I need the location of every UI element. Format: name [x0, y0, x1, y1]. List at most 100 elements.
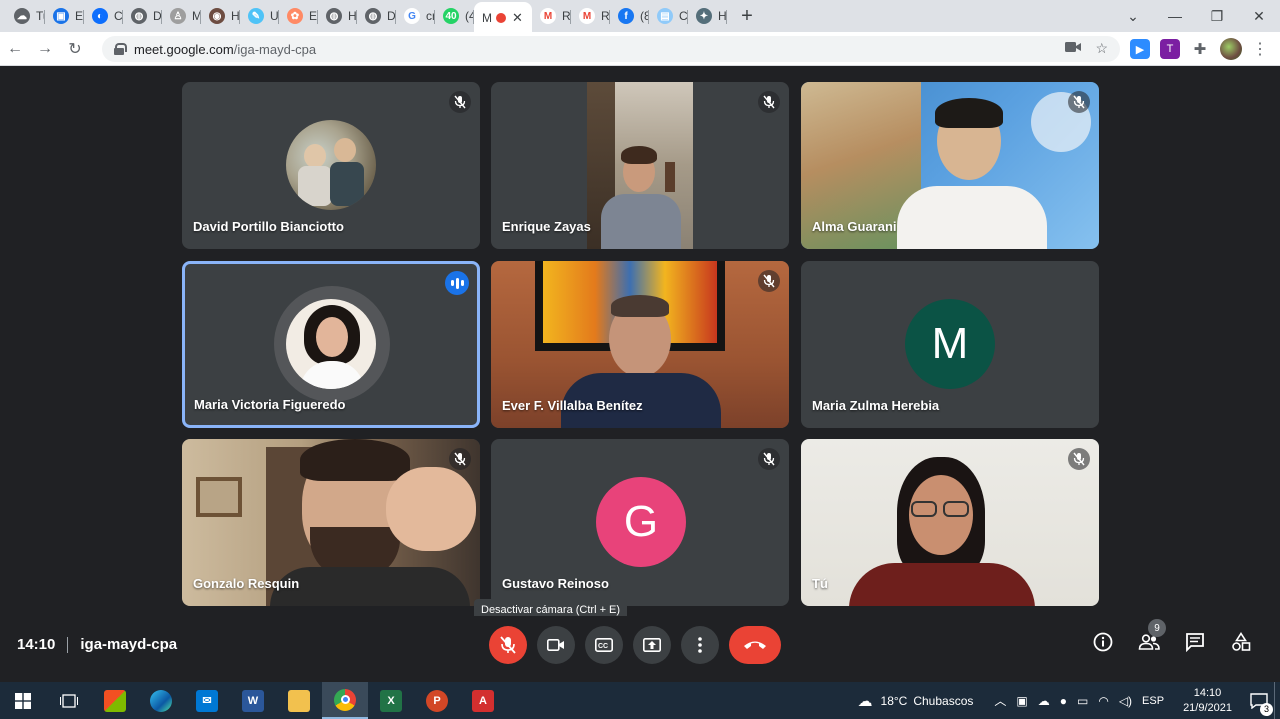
battery-icon[interactable]: ▭ — [1077, 694, 1088, 708]
participant-name: Gustavo Reinoso — [502, 576, 609, 591]
browser-tab[interactable]: ▣ Epis — [45, 2, 84, 30]
browser-tab[interactable]: f (8) F — [610, 2, 649, 30]
browser-tab[interactable]: ◍ HUI — [318, 2, 357, 30]
taskbar-explorer[interactable] — [276, 682, 322, 719]
extensions-area: ▶ T ✚ ⋮ — [1130, 38, 1268, 60]
participant-name: Maria Victoria Figueredo — [194, 397, 346, 412]
minimize-button[interactable]: — — [1154, 8, 1196, 24]
zoom-extension-icon[interactable]: ▶ — [1130, 39, 1150, 59]
notification-center-button[interactable]: 3 — [1244, 692, 1274, 716]
participant-tile[interactable]: Gonzalo Resquin — [182, 439, 480, 606]
leave-call-button[interactable] — [729, 626, 781, 664]
browser-tab[interactable]: ✎ Una — [240, 2, 279, 30]
browser-tab[interactable]: ☁ Turi — [6, 2, 45, 30]
participant-name: Gonzalo Resquin — [193, 576, 300, 591]
emblem-icon: ◉ — [209, 8, 225, 24]
browser-tab[interactable]: ✦ Hub — [688, 2, 727, 30]
document-icon: ▤ — [657, 8, 673, 24]
side-panel-controls: 9 — [1092, 619, 1252, 653]
participant-tile[interactable]: Ever F. Villalba Benítez — [491, 261, 789, 428]
browser-tab[interactable]: ✿ Enc — [279, 2, 318, 30]
tab-search-icon[interactable]: ⌄ — [1112, 8, 1154, 25]
tab-title: Dial — [387, 9, 396, 23]
taskbar-store[interactable] — [92, 682, 138, 719]
volume-icon[interactable]: ◁) — [1119, 694, 1132, 708]
activities-button[interactable] — [1230, 631, 1252, 653]
teams-extension-icon[interactable]: T — [1160, 39, 1180, 59]
participant-tile-self[interactable]: Tú — [801, 439, 1099, 606]
taskbar-acrobat[interactable]: A — [460, 682, 506, 719]
hang-up-icon — [744, 641, 766, 649]
onedrive-icon[interactable]: ☁ — [1038, 694, 1050, 708]
taskbar-word[interactable]: W — [230, 682, 276, 719]
tab-list: ☁Turi▣Epis◐Cisc◍DES♙Mec◉Hur✎Una✿Enc◍HUI◍… — [0, 0, 727, 34]
browser-tab[interactable]: 40 (40) — [435, 2, 474, 30]
browser-tab[interactable]: ♙ Mec — [162, 2, 201, 30]
microphone-toggle-button[interactable] — [489, 626, 527, 664]
chevron-up-icon[interactable]: ︿ — [994, 692, 1006, 709]
tab-title: Cor — [679, 9, 688, 23]
new-tab-button[interactable]: + — [733, 2, 761, 30]
participant-tile[interactable]: Alma Guarani — [801, 82, 1099, 249]
browser-tab[interactable]: M Rec — [571, 2, 610, 30]
participant-tile[interactable]: Enrique Zayas — [491, 82, 789, 249]
camera-toggle-button[interactable] — [537, 626, 575, 664]
reload-button[interactable]: ↻ — [60, 39, 90, 59]
clock[interactable]: 14:10 21/9/2021 — [1183, 686, 1232, 716]
more-options-button[interactable] — [681, 626, 719, 664]
participant-tile-speaking[interactable]: Maria Victoria Figueredo — [182, 261, 480, 428]
language-indicator[interactable]: ESP — [1142, 695, 1164, 707]
globe-icon: ◍ — [326, 8, 342, 24]
browser-tab[interactable]: ◉ Hur — [201, 2, 240, 30]
browser-tab[interactable]: ◍ Dial — [357, 2, 396, 30]
taskbar-powerpoint[interactable]: P — [414, 682, 460, 719]
browser-tab[interactable]: M ✕ — [474, 2, 532, 34]
participant-tile[interactable]: M Maria Zulma Herebia — [801, 261, 1099, 428]
weather-widget[interactable]: ☁ 18°C Chubascos — [858, 692, 974, 710]
wifi-icon[interactable]: ◠ — [1098, 694, 1108, 708]
participant-tile[interactable]: David Portillo Bianciotto — [182, 82, 480, 249]
camera-in-use-icon[interactable] — [1065, 40, 1082, 57]
chrome-menu-icon[interactable]: ⋮ — [1252, 39, 1268, 59]
notification-count: 3 — [1260, 702, 1273, 716]
start-button[interactable] — [0, 682, 46, 719]
meeting-details-button[interactable] — [1092, 631, 1114, 653]
powerpoint-icon: P — [426, 689, 448, 712]
browser-tab[interactable]: ▤ Cor — [649, 2, 688, 30]
back-button[interactable]: ← — [0, 40, 30, 58]
close-tab-button[interactable]: ✕ — [512, 10, 523, 26]
browser-tab[interactable]: M Rec — [532, 2, 571, 30]
taskbar-edge[interactable] — [138, 682, 184, 719]
profile-avatar[interactable] — [1220, 38, 1242, 60]
mic-off-icon — [758, 448, 780, 470]
meet-tray-icon[interactable]: ▣ — [1016, 694, 1027, 708]
captions-button[interactable]: CC — [585, 626, 623, 664]
avatar-letter: G — [623, 497, 659, 546]
forward-button[interactable]: → — [30, 40, 60, 58]
close-window-button[interactable]: ✕ — [1238, 8, 1280, 25]
browser-tab[interactable]: ◍ DES — [123, 2, 162, 30]
taskbar-chrome[interactable] — [322, 682, 368, 719]
participant-tile[interactable]: G Gustavo Reinoso — [491, 439, 789, 606]
chat-button[interactable] — [1184, 631, 1206, 653]
webex-icon: ◐ — [92, 8, 108, 24]
taskbar-excel[interactable]: X — [368, 682, 414, 719]
show-desktop-button[interactable] — [1274, 682, 1280, 719]
participants-button[interactable]: 9 — [1138, 619, 1166, 653]
windows-taskbar: ✉ W X P A ☁ 18°C Chubascos ︿ ▣ ☁ ● ▭ ◠ ◁… — [0, 682, 1280, 719]
browser-tab[interactable]: Gcrist — [396, 2, 435, 30]
flower-icon: ✿ — [287, 8, 303, 24]
bookmark-star-icon[interactable]: ☆ — [1095, 40, 1108, 57]
tab-title: Mec — [192, 9, 201, 23]
lock-icon[interactable] — [114, 43, 127, 55]
address-bar[interactable]: meet.google.com/iga-mayd-cpa ☆ — [102, 36, 1120, 62]
task-view-button[interactable] — [46, 682, 92, 719]
puzzle-extensions-icon[interactable]: ✚ — [1190, 39, 1210, 59]
microphone-icon[interactable]: ● — [1060, 694, 1067, 708]
taskbar-mail[interactable]: ✉ — [184, 682, 230, 719]
present-screen-button[interactable] — [633, 626, 671, 664]
browser-tab[interactable]: ◐ Cisc — [84, 2, 123, 30]
avatar — [286, 120, 376, 210]
participant-video — [587, 82, 693, 249]
maximize-button[interactable]: ❐ — [1196, 8, 1238, 25]
